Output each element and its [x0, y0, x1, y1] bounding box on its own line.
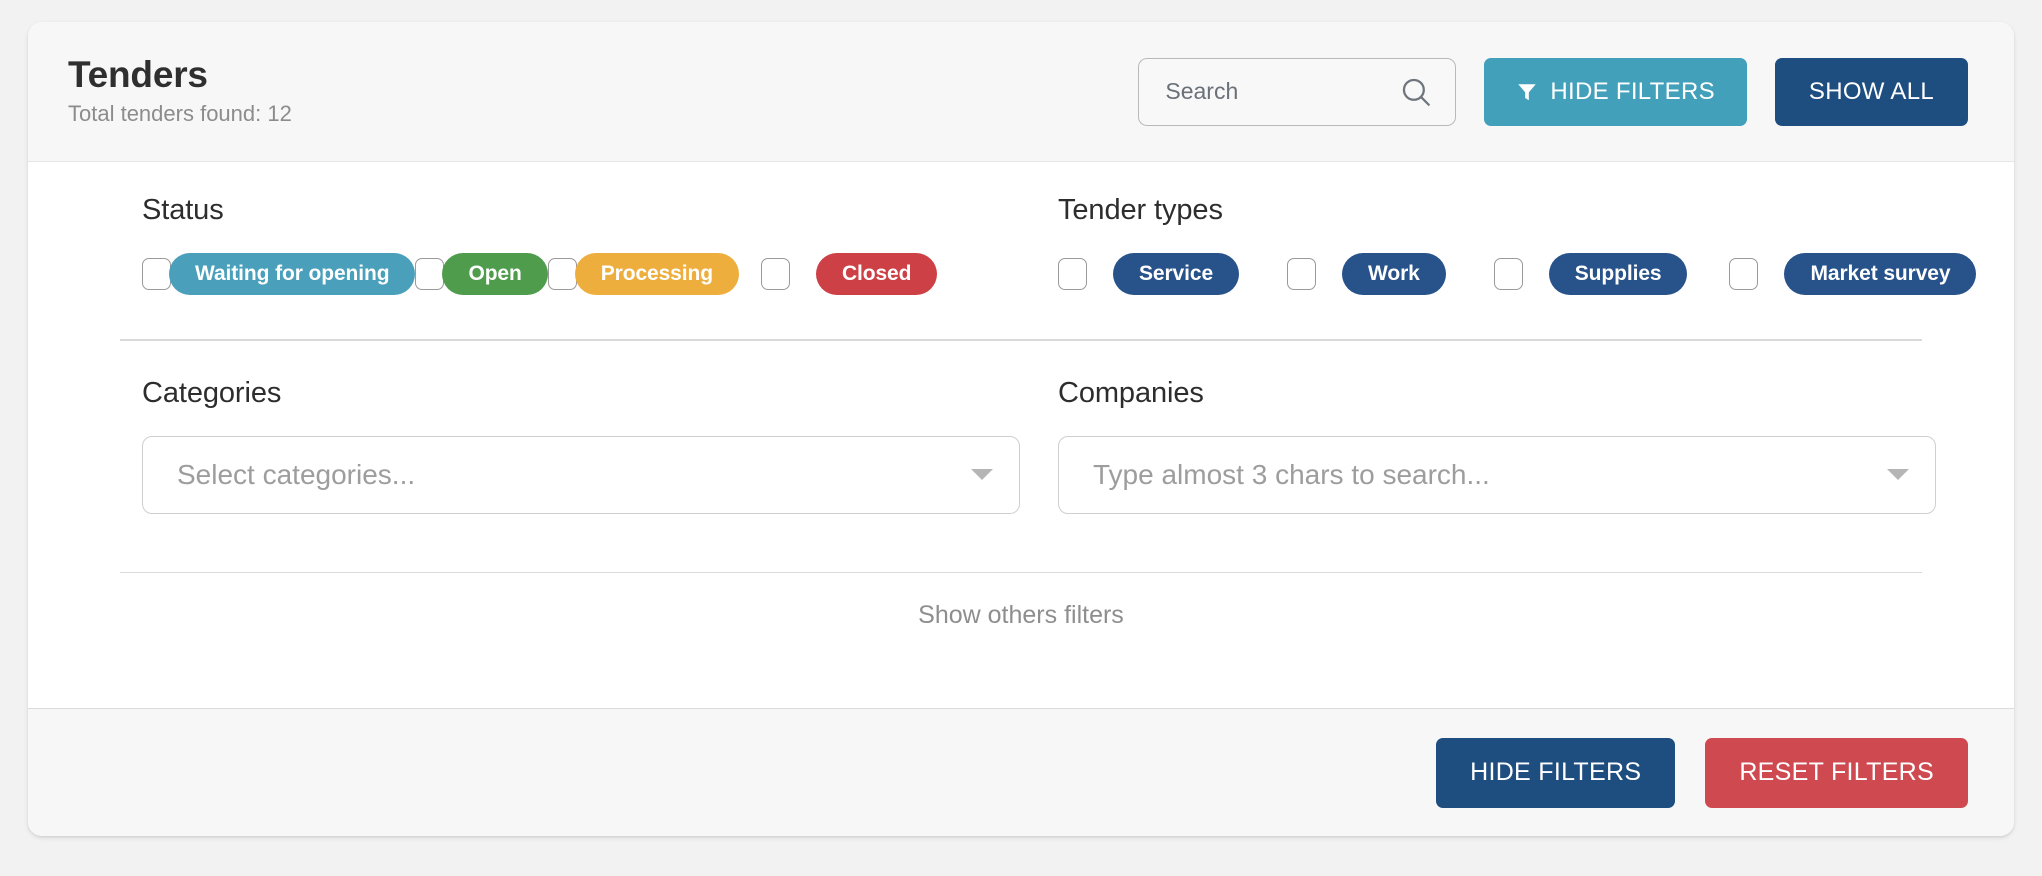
- search-box[interactable]: [1138, 57, 1457, 126]
- status-checkbox-processing[interactable]: [547, 258, 577, 290]
- status-label: Status: [142, 194, 224, 226]
- select-filters-row: Categories Select categories... Companie…: [28, 377, 2014, 514]
- funnel-icon: [1516, 81, 1538, 103]
- hide-filters-button-footer[interactable]: HIDE FILTERS: [1436, 737, 1676, 808]
- hide-filters-button-footer-label: HIDE FILTERS: [1470, 758, 1642, 786]
- card-body: Status Waiting for opening Open Processi…: [28, 162, 2014, 708]
- status-chip-open[interactable]: Open: [442, 253, 548, 295]
- chevron-down-icon[interactable]: [971, 469, 993, 481]
- categories-select[interactable]: Select categories...: [142, 435, 1020, 514]
- header-titles: Tenders Total tenders found: 12: [68, 53, 292, 127]
- hide-filters-button-top[interactable]: HIDE FILTERS: [1484, 57, 1747, 126]
- filters-divider-1: [120, 339, 1922, 341]
- categories-select-placeholder: Select categories...: [177, 458, 416, 490]
- tender-type-chip-supplies[interactable]: Supplies: [1548, 253, 1688, 295]
- chevron-down-icon[interactable]: [1887, 469, 1909, 481]
- status-chip-processing[interactable]: Processing: [574, 253, 739, 295]
- search-icon[interactable]: [1399, 75, 1433, 109]
- status-option-processing: Processing: [547, 253, 739, 295]
- status-checkbox-waiting-for-opening[interactable]: [142, 258, 171, 290]
- page-title: Tenders: [68, 53, 208, 95]
- status-filter-group: Status Waiting for opening Open Processi…: [142, 194, 1032, 295]
- status-checkbox-closed[interactable]: [760, 258, 790, 290]
- status-chip-waiting-for-opening[interactable]: Waiting for opening: [169, 253, 416, 295]
- tender-type-checkbox-work[interactable]: [1287, 258, 1317, 290]
- search-input[interactable]: [1165, 78, 1376, 105]
- categories-filter-group: Categories Select categories...: [142, 377, 1032, 514]
- card-footer: HIDE FILTERS RESET FILTERS: [28, 708, 2014, 836]
- tender-type-option-service: Service: [1058, 253, 1240, 295]
- companies-filter-group: Companies Type almost 3 chars to search.…: [1032, 377, 1936, 514]
- companies-label: Companies: [1058, 376, 1204, 409]
- tenders-card: Tenders Total tenders found: 12 Search H…: [28, 22, 2014, 836]
- reset-filters-button[interactable]: RESET FILTERS: [1705, 737, 1968, 808]
- status-option-waiting-for-opening: Waiting for opening: [142, 253, 416, 295]
- tender-types-filter-group: Tender types Service Work Supplies Marke…: [1032, 194, 1977, 295]
- hide-filters-button-top-label: HIDE FILTERS: [1550, 77, 1715, 105]
- tender-type-chip-work[interactable]: Work: [1342, 253, 1446, 295]
- tender-types-chip-group: Service Work Supplies Market survey: [1058, 253, 1977, 295]
- tender-types-label: Tender types: [1058, 194, 1223, 226]
- tenders-page: Tenders Total tenders found: 12 Search H…: [0, 0, 2042, 876]
- status-option-open: Open: [415, 253, 548, 295]
- show-others-filters-link[interactable]: Show others filters: [28, 573, 2014, 630]
- tender-type-option-supplies: Supplies: [1493, 253, 1688, 295]
- companies-select-placeholder: Type almost 3 chars to search...: [1093, 458, 1490, 490]
- card-header: Tenders Total tenders found: 12 Search H…: [28, 22, 2014, 162]
- chip-filters-row: Status Waiting for opening Open Processi…: [28, 194, 2014, 295]
- status-chip-group: Waiting for opening Open Processing Clos…: [142, 253, 1032, 295]
- tender-type-chip-service[interactable]: Service: [1113, 253, 1240, 295]
- show-all-button-label: SHOW ALL: [1808, 77, 1934, 105]
- reset-filters-button-label: RESET FILTERS: [1739, 758, 1934, 786]
- status-chip-closed[interactable]: Closed: [815, 253, 938, 295]
- total-tenders-count: Total tenders found: 12: [68, 100, 292, 126]
- show-all-button[interactable]: SHOW ALL: [1774, 57, 1968, 126]
- categories-label: Categories: [142, 376, 282, 409]
- tender-type-checkbox-market-survey[interactable]: [1729, 258, 1759, 290]
- tender-type-checkbox-supplies[interactable]: [1493, 258, 1523, 290]
- tender-type-chip-market-survey[interactable]: Market survey: [1784, 253, 1977, 295]
- header-actions: HIDE FILTERS SHOW ALL: [1138, 57, 1968, 126]
- status-option-closed: Closed: [760, 253, 938, 295]
- tender-type-option-work: Work: [1287, 253, 1446, 295]
- status-checkbox-open[interactable]: [415, 258, 445, 290]
- tender-type-option-market-survey: Market survey: [1729, 253, 1977, 295]
- companies-select[interactable]: Type almost 3 chars to search...: [1058, 435, 1936, 514]
- tender-type-checkbox-service[interactable]: [1058, 258, 1087, 290]
